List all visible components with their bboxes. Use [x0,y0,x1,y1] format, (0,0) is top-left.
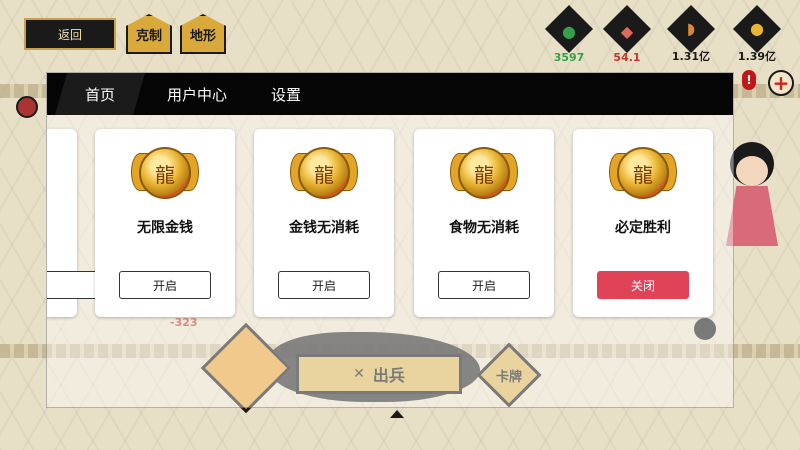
card-title: 无限金钱 [137,220,193,236]
feature-card-money-no-cost: 龍 金钱无消耗 开启 [254,129,394,317]
resource-soldiers: ● 3597 [540,4,598,64]
feature-card-partial [47,129,101,317]
card-title: 必定胜利 [615,220,671,236]
tab-settings[interactable]: 设置 [249,73,323,115]
resource-food: ◗ 1.31亿 [662,4,720,64]
tab-user-center[interactable]: 用户中心 [145,73,249,115]
meat-icon: ◆ [620,22,634,41]
coin-icon: ● [750,19,764,38]
counter-badge[interactable]: 克制 [126,14,172,54]
card-title: 金钱无消耗 [289,220,359,236]
toggle-button-partial[interactable] [47,271,101,299]
toggle-button[interactable]: 开启 [278,271,370,299]
drumstick-icon: ◗ [686,19,696,38]
resource-coins: ● 1.39亿 [728,4,786,64]
menu-tab-bar: 首页 用户中心 设置 [47,73,733,115]
toggle-button[interactable]: 开启 [438,271,530,299]
dragon-emblem-icon: 龍 [290,147,358,199]
terrain-badge[interactable]: 地形 [180,14,226,54]
feature-card-row: 龍 无限金钱 开启 龍 金钱无消耗 开启 龍 食物无消耗 开启 龍 必定胜利 关… [47,129,733,319]
food-count: 1.31亿 [671,50,711,63]
card-title: 食物无消耗 [449,220,519,236]
tab-home[interactable]: 首页 [55,73,145,115]
toggle-button-active[interactable]: 关闭 [597,271,689,299]
soldier-icon: ● [562,22,576,41]
feature-card-guaranteed-win: 龍 必定胜利 关闭 [573,129,713,317]
soldier-count: 3597 [553,51,585,64]
toggle-button[interactable]: 开启 [119,271,211,299]
meat-count: 54.1 [613,51,641,64]
back-button[interactable]: 返回 [24,18,116,50]
add-resource-button[interactable]: + [768,70,794,96]
dragon-emblem-icon: 龍 [450,147,518,199]
cheat-menu-panel: 首页 用户中心 设置 龍 无限金钱 开启 龍 金钱无消耗 开启 龍 食物无消耗 [46,72,734,408]
expand-up-icon[interactable] [390,410,404,418]
feature-card-infinite-money: 龍 无限金钱 开启 [95,129,235,317]
alert-icon[interactable]: ! [742,70,756,90]
dragon-emblem-icon: 龍 [609,147,677,199]
game-top-bar: 返回 克制 地形 ● 3597 ◆ 54.1 ◗ 1.31亿 ● 1.39亿 [0,0,800,72]
resource-meat: ◆ 54.1 [598,4,656,64]
coin-count: 1.39亿 [737,50,777,63]
dragon-emblem-icon: 龍 [131,147,199,199]
feature-card-food-no-cost: 龍 食物无消耗 开启 [414,129,554,317]
left-status-icon[interactable] [16,96,38,118]
